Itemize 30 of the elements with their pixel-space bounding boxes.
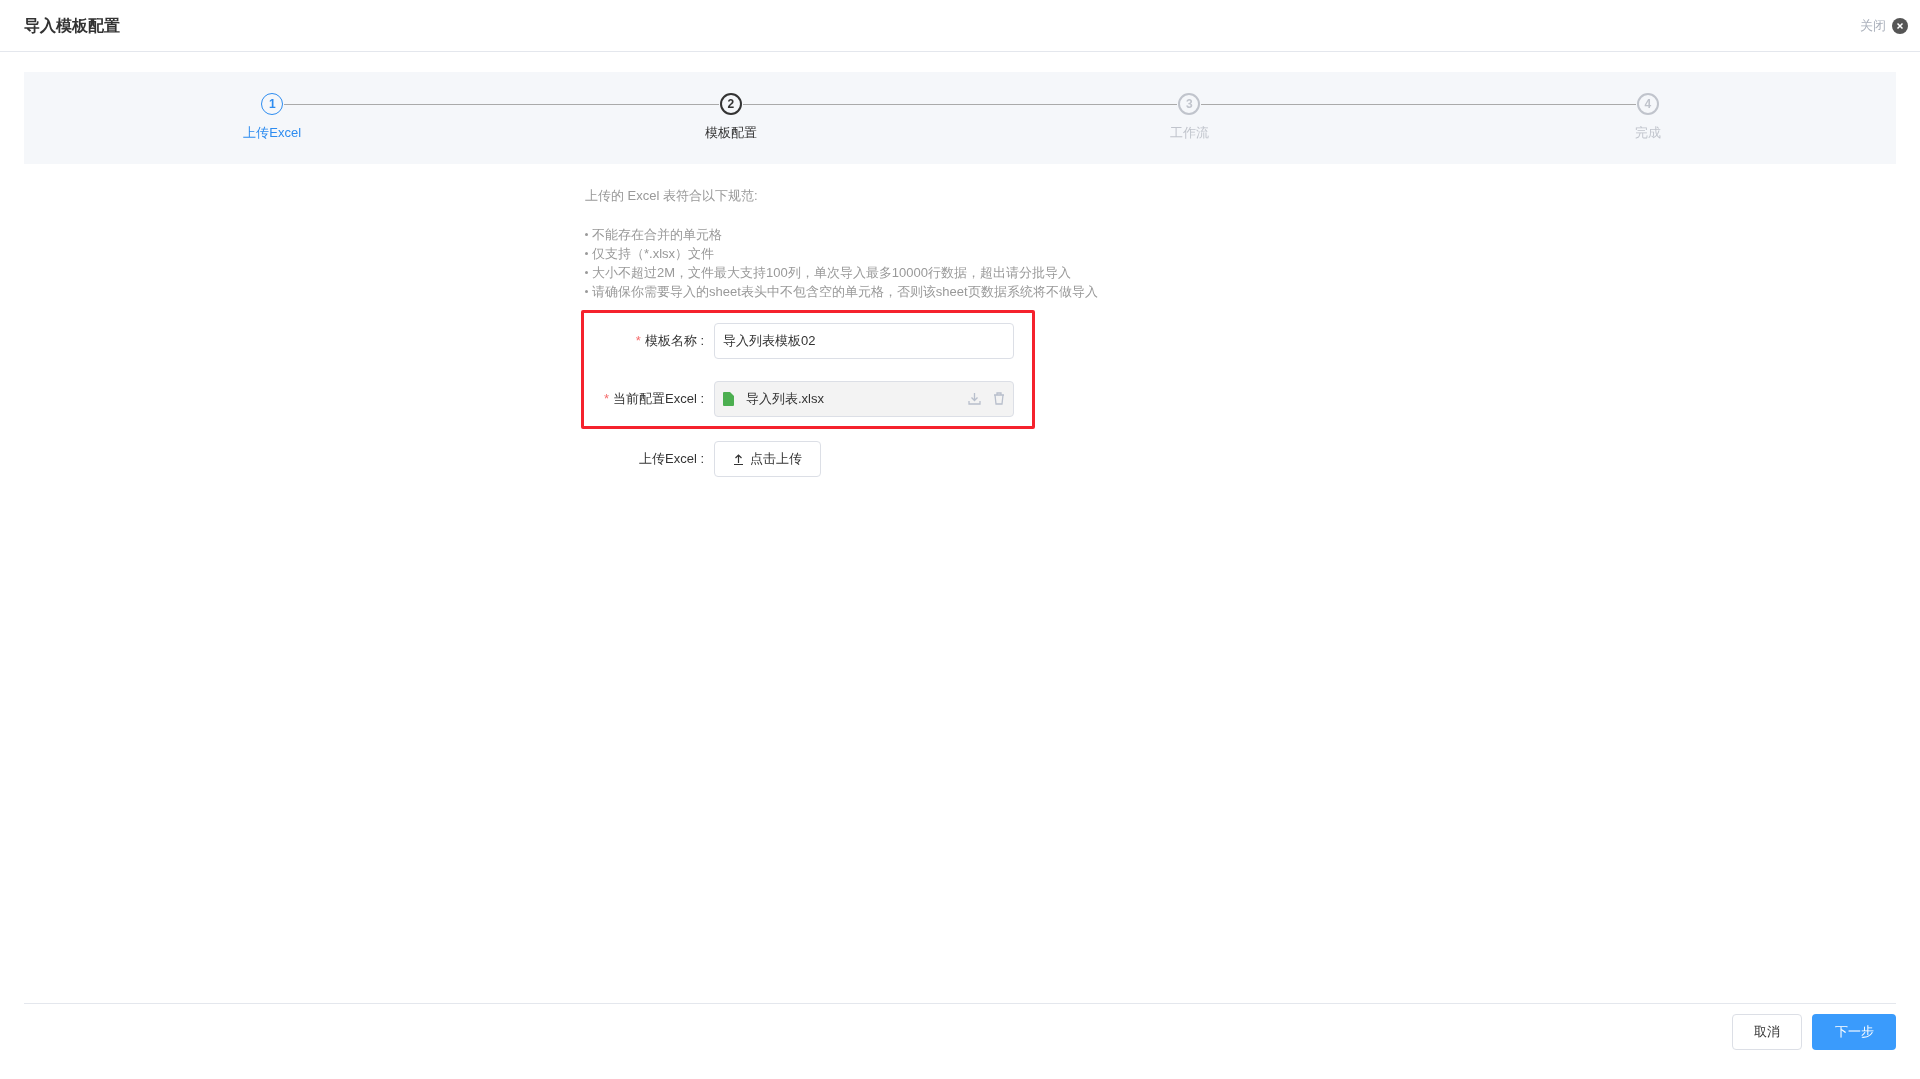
step-label: 模板配置 <box>704 124 757 142</box>
step-number[interactable]: 1 <box>261 93 284 115</box>
template-name-input[interactable]: 导入列表模板02 <box>714 322 1014 359</box>
upload-icon <box>733 452 744 465</box>
rule-item: 请确保你需要导入的sheet表头中不包含空的单元格，否则该sheet页数据系统将不做导入 <box>592 282 1098 301</box>
bullet-icon <box>585 289 588 293</box>
field-label: 上传Excel : <box>639 449 704 468</box>
file-name: 导入列表.xlsx <box>746 389 825 408</box>
rule-item: 不能存在合并的单元格 <box>592 225 722 244</box>
step-label: 上传Excel <box>243 124 302 142</box>
upload-button[interactable]: 点击上传 <box>714 440 821 477</box>
field-label: 模板名称 : <box>644 331 704 350</box>
field-label: 当前配置Excel : <box>613 389 704 408</box>
rules-intro: 上传的 Excel 表符合以下规范: <box>585 187 759 205</box>
bullet-icon <box>585 270 588 274</box>
bullet-icon <box>585 251 588 255</box>
required-mark: * <box>635 331 641 350</box>
rule-item: 仅支持（*.xlsx）文件 <box>592 244 715 263</box>
close-icon <box>1892 17 1908 34</box>
spreadsheet-file-icon <box>723 391 734 406</box>
bullet-icon <box>585 232 588 236</box>
required-mark: * <box>603 389 609 408</box>
step-number[interactable]: 2 <box>719 93 742 115</box>
cancel-button[interactable]: 取消 <box>1732 1014 1802 1050</box>
trash-icon[interactable] <box>993 392 1005 405</box>
download-icon[interactable] <box>968 392 981 405</box>
next-button[interactable]: 下一步 <box>1812 1014 1896 1050</box>
rule-item: 大小不超过2M，文件最大支持100列，单次导入最多10000行数据，超出请分批导入 <box>592 263 1071 282</box>
close-button[interactable]: 关闭 <box>1860 15 1908 36</box>
window-title: 导入模板配置 <box>24 15 120 36</box>
